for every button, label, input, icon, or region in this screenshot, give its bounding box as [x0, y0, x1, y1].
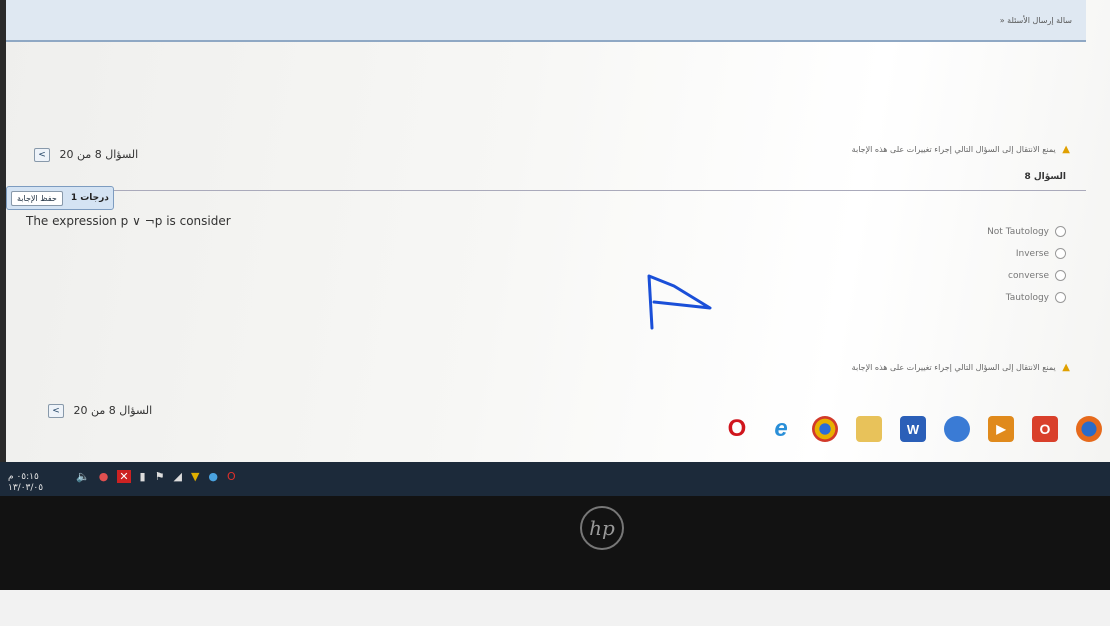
navigation-warning-bottom: يمنع الانتقال إلى السؤال التالي إجراء تغ… — [851, 362, 1070, 373]
explorer-icon[interactable] — [856, 416, 882, 442]
next-question-button[interactable]: < — [34, 148, 50, 162]
next-question-button[interactable]: < — [48, 404, 64, 418]
security-icon[interactable]: ✕ — [117, 470, 131, 483]
radio-button[interactable] — [1055, 226, 1066, 237]
clock-time: ٠٥:١٥ م — [8, 472, 39, 482]
app-tray-icon[interactable]: ● — [99, 470, 109, 483]
navigation-warning-top: يمنع الانتقال إلى السؤال التالي إجراء تغ… — [851, 144, 1070, 155]
network-icon[interactable]: ◢ — [173, 470, 181, 483]
flag-icon[interactable]: ⚑ — [155, 470, 165, 483]
opera-icon[interactable]: O — [724, 415, 750, 442]
warning-icon: ▲ — [1062, 144, 1070, 155]
option-inverse[interactable]: Inverse — [1016, 248, 1066, 259]
option-label: converse — [1008, 270, 1049, 281]
browser-viewport: » سالة إرسال الأسئلة < السؤال 8 من 20 يم… — [6, 0, 1110, 470]
messenger-icon[interactable] — [944, 416, 970, 442]
word-icon[interactable]: W — [900, 416, 926, 442]
desk-surface — [0, 590, 1110, 626]
cloud-icon[interactable]: ● — [208, 470, 218, 483]
tray-icons: 🔈 ● ✕ ▮ ⚑ ◢ ▼ ● O — [76, 470, 236, 483]
option-converse[interactable]: converse — [1008, 270, 1066, 281]
media-icon[interactable]: ▶ — [988, 416, 1014, 442]
question-status-panel: » سالة إرسال الأسئلة — [6, 0, 1086, 42]
radio-button[interactable] — [1055, 248, 1066, 259]
battery-icon[interactable]: ▮ — [140, 470, 146, 483]
hp-logo: hp — [580, 506, 624, 550]
question-nav-top: < السؤال 8 من 20 — [30, 148, 138, 162]
question-grade: 1 درجات — [70, 193, 109, 203]
question-text: The expression p ∨ ¬p is consider — [26, 214, 231, 228]
option-label: Not Tautology — [987, 226, 1049, 237]
option-tautology[interactable]: Tautology — [1006, 292, 1066, 303]
radio-button[interactable] — [1055, 292, 1066, 303]
firefox-icon[interactable] — [1076, 416, 1102, 442]
tray-clock[interactable]: ٠٥:١٥ م ١٣/٠٣/٠٥ — [8, 472, 43, 494]
question-counter: السؤال 8 من 20 — [59, 148, 139, 161]
question-divider — [6, 190, 1086, 191]
question-nav-bottom: < السؤال 8 من 20 — [44, 404, 152, 418]
opera-tray-icon[interactable]: O — [227, 470, 236, 483]
radio-button[interactable] — [1055, 270, 1066, 281]
question-title: السؤال 8 — [1024, 172, 1066, 182]
option-label: Inverse — [1015, 248, 1049, 259]
ie-icon[interactable]: e — [768, 415, 794, 442]
office-icon[interactable]: O — [1032, 416, 1058, 442]
grade-box: حفظ الإجابة 1 درجات — [6, 186, 114, 210]
option-not-tautology[interactable]: Not Tautology — [987, 226, 1066, 237]
handwritten-annotation — [647, 274, 712, 330]
volume-icon[interactable]: 🔈 — [76, 470, 90, 483]
taskbar-pinned-apps: O e W ▶ O — [724, 415, 1102, 442]
panel-text: » سالة إرسال الأسئلة — [999, 16, 1072, 25]
question-counter: السؤال 8 من 20 — [73, 404, 153, 417]
save-answer-button[interactable]: حفظ الإجابة — [11, 190, 63, 206]
chrome-icon[interactable] — [812, 416, 838, 442]
option-label: Tautology — [1005, 292, 1049, 303]
warning-icon: ▲ — [1062, 362, 1070, 373]
shield-icon[interactable]: ▼ — [191, 470, 199, 483]
clock-date: ١٣/٠٣/٠٥ — [8, 483, 44, 493]
